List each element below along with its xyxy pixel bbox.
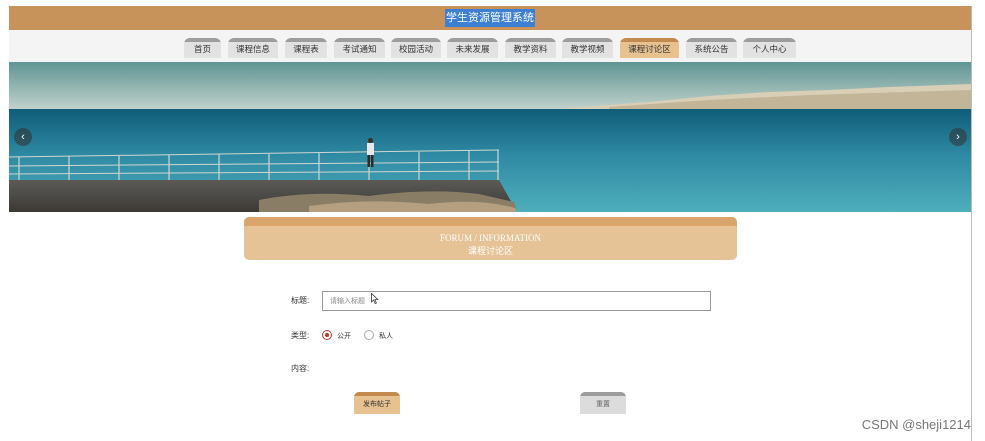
main-navigation: 首页 课程信息 课程表 考试通知 校园活动 未来发展 教学资料 教学视频 课程讨… — [9, 30, 971, 62]
carousel-next-button[interactable]: › — [949, 128, 967, 146]
publish-post-button[interactable]: 发布帖子 — [354, 392, 400, 414]
section-header: FORUM / INFORMATION 课程讨论区 — [244, 217, 737, 260]
page: 学生资源管理系统 首页 课程信息 课程表 考试通知 校园活动 未来发展 教学资料… — [9, 6, 972, 441]
site-title: 学生资源管理系统 — [445, 9, 535, 27]
nav-item-personal-center[interactable]: 个人中心 — [743, 38, 796, 58]
section-title-en: FORUM / INFORMATION — [439, 233, 541, 243]
nav-item-system-announcements[interactable]: 系统公告 — [686, 38, 737, 58]
nav-item-home[interactable]: 首页 — [184, 38, 221, 58]
banner-carousel — [9, 62, 971, 212]
type-private-radio[interactable] — [364, 330, 374, 340]
nav-item-teaching-videos[interactable]: 教学视频 — [562, 38, 613, 58]
nav-item-teaching-materials[interactable]: 教学资料 — [505, 38, 556, 58]
title-input[interactable] — [322, 291, 711, 311]
nav-item-course-forum[interactable]: 课程讨论区 — [620, 38, 679, 58]
nav-item-exam-notice[interactable]: 考试通知 — [334, 38, 385, 58]
title-label: 标题: — [291, 296, 310, 305]
top-header-bar: 学生资源管理系统 — [9, 6, 971, 30]
csdn-watermark: CSDN @sheji1214 — [861, 417, 971, 432]
nav-item-timetable[interactable]: 课程表 — [285, 38, 327, 58]
nav-item-future-development[interactable]: 未来发展 — [447, 38, 498, 58]
nav-item-campus-events[interactable]: 校园活动 — [391, 38, 441, 58]
type-public-radio[interactable] — [322, 330, 332, 340]
type-private-label: 私人 — [379, 333, 393, 340]
nav-item-course-info[interactable]: 课程信息 — [228, 38, 278, 58]
type-public-label: 公开 — [337, 333, 351, 340]
carousel-prev-button[interactable]: ‹ — [14, 128, 32, 146]
banner-image-seaside-pier — [9, 62, 971, 212]
mouse-pointer-icon — [371, 293, 379, 304]
content-label: 内容: — [291, 364, 310, 373]
type-label: 类型: — [291, 331, 310, 340]
section-title-cn: 课程讨论区 — [467, 246, 513, 256]
reset-button[interactable]: 重置 — [580, 392, 626, 414]
